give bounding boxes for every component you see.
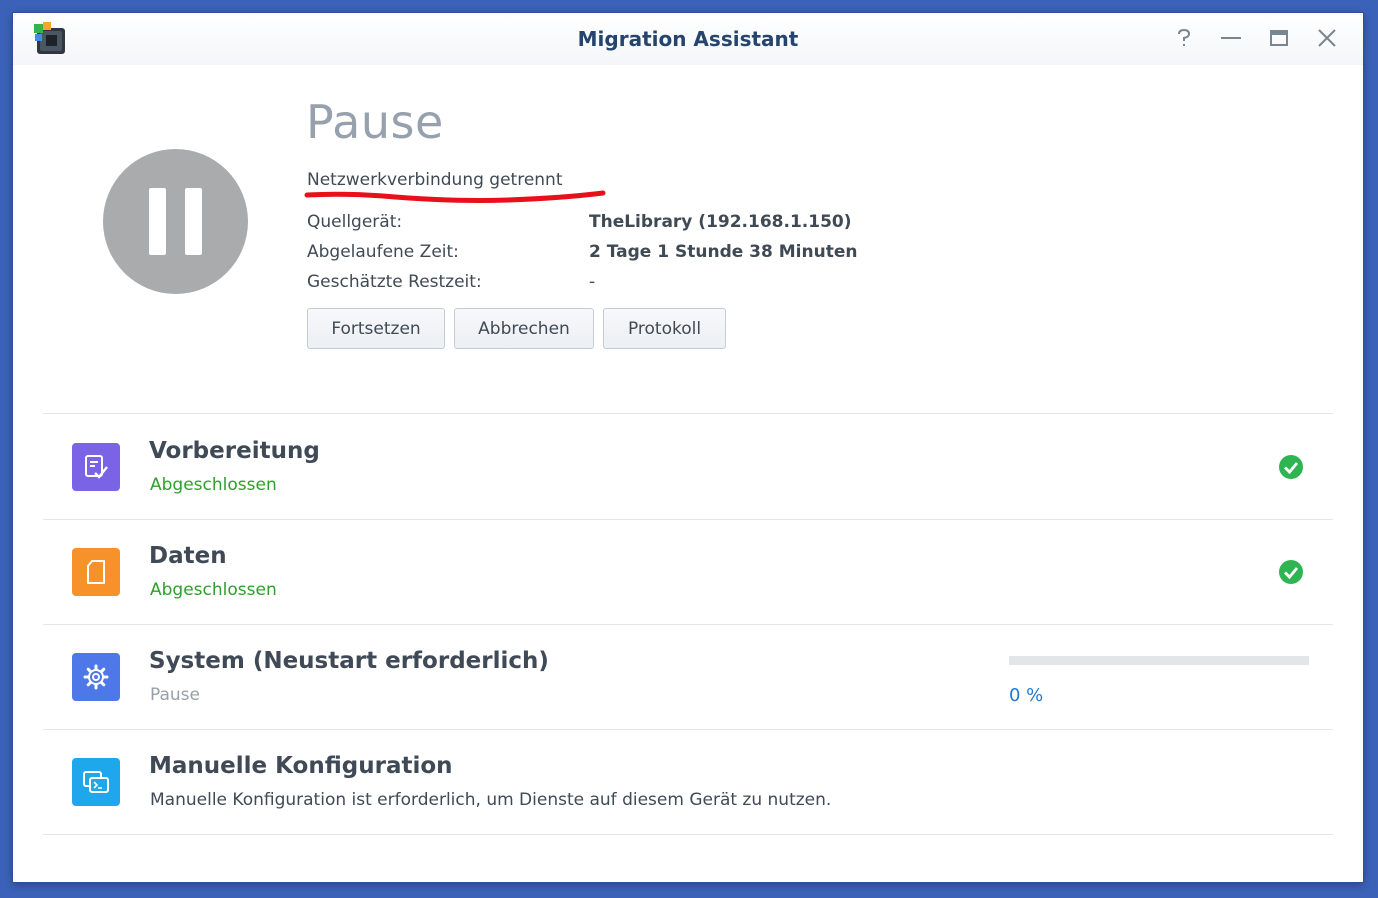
step-status: Abgeschlossen [150,475,277,495]
step-title: Daten [149,543,227,569]
completed-check-icon [1279,560,1303,584]
help-icon[interactable] [1171,25,1197,51]
minimize-icon[interactable] [1218,25,1244,51]
divider [43,729,1333,730]
pause-icon [103,149,248,294]
step-description: Manuelle Konfiguration ist erforderlich,… [150,790,832,810]
remaining-value: - [589,272,596,292]
progress-bar [1009,656,1309,665]
close-icon[interactable] [1314,25,1340,51]
elapsed-label: Abgelaufene Zeit: [307,242,459,262]
divider [43,413,1333,414]
migration-assistant-window: Migration Assistant Pause Netzwerkverbin… [13,13,1363,882]
step-title: Manuelle Konfiguration [149,753,453,779]
title-bar[interactable]: Migration Assistant [13,13,1363,65]
elapsed-value: 2 Tage 1 Stunde 38 Minuten [589,242,858,262]
terminal-windows-icon [72,758,120,806]
gear-icon [72,653,120,701]
divider [43,624,1333,625]
log-button[interactable]: Protokoll [603,308,726,349]
document-icon [72,548,120,596]
source-label: Quellgerät: [307,212,403,232]
status-title: Pause [306,95,444,149]
step-status: Abgeschlossen [150,580,277,600]
source-value: TheLibrary (192.168.1.150) [589,212,852,232]
completed-check-icon [1279,455,1303,479]
progress-percent: 0 % [1009,685,1044,706]
step-status: Pause [150,685,200,705]
window-title: Migration Assistant [577,27,799,51]
divider [43,834,1333,835]
status-subtitle: Netzwerkverbindung getrennt [307,170,563,190]
remaining-label: Geschätzte Restzeit: [307,272,482,292]
resume-button[interactable]: Fortsetzen [307,308,445,349]
maximize-icon[interactable] [1266,25,1292,51]
cancel-button[interactable]: Abbrechen [454,308,594,349]
checklist-icon [72,443,120,491]
step-title: Vorbereitung [149,438,320,464]
divider [43,519,1333,520]
step-title: System (Neustart erforderlich) [149,648,549,674]
red-underline-annotation [304,190,606,203]
